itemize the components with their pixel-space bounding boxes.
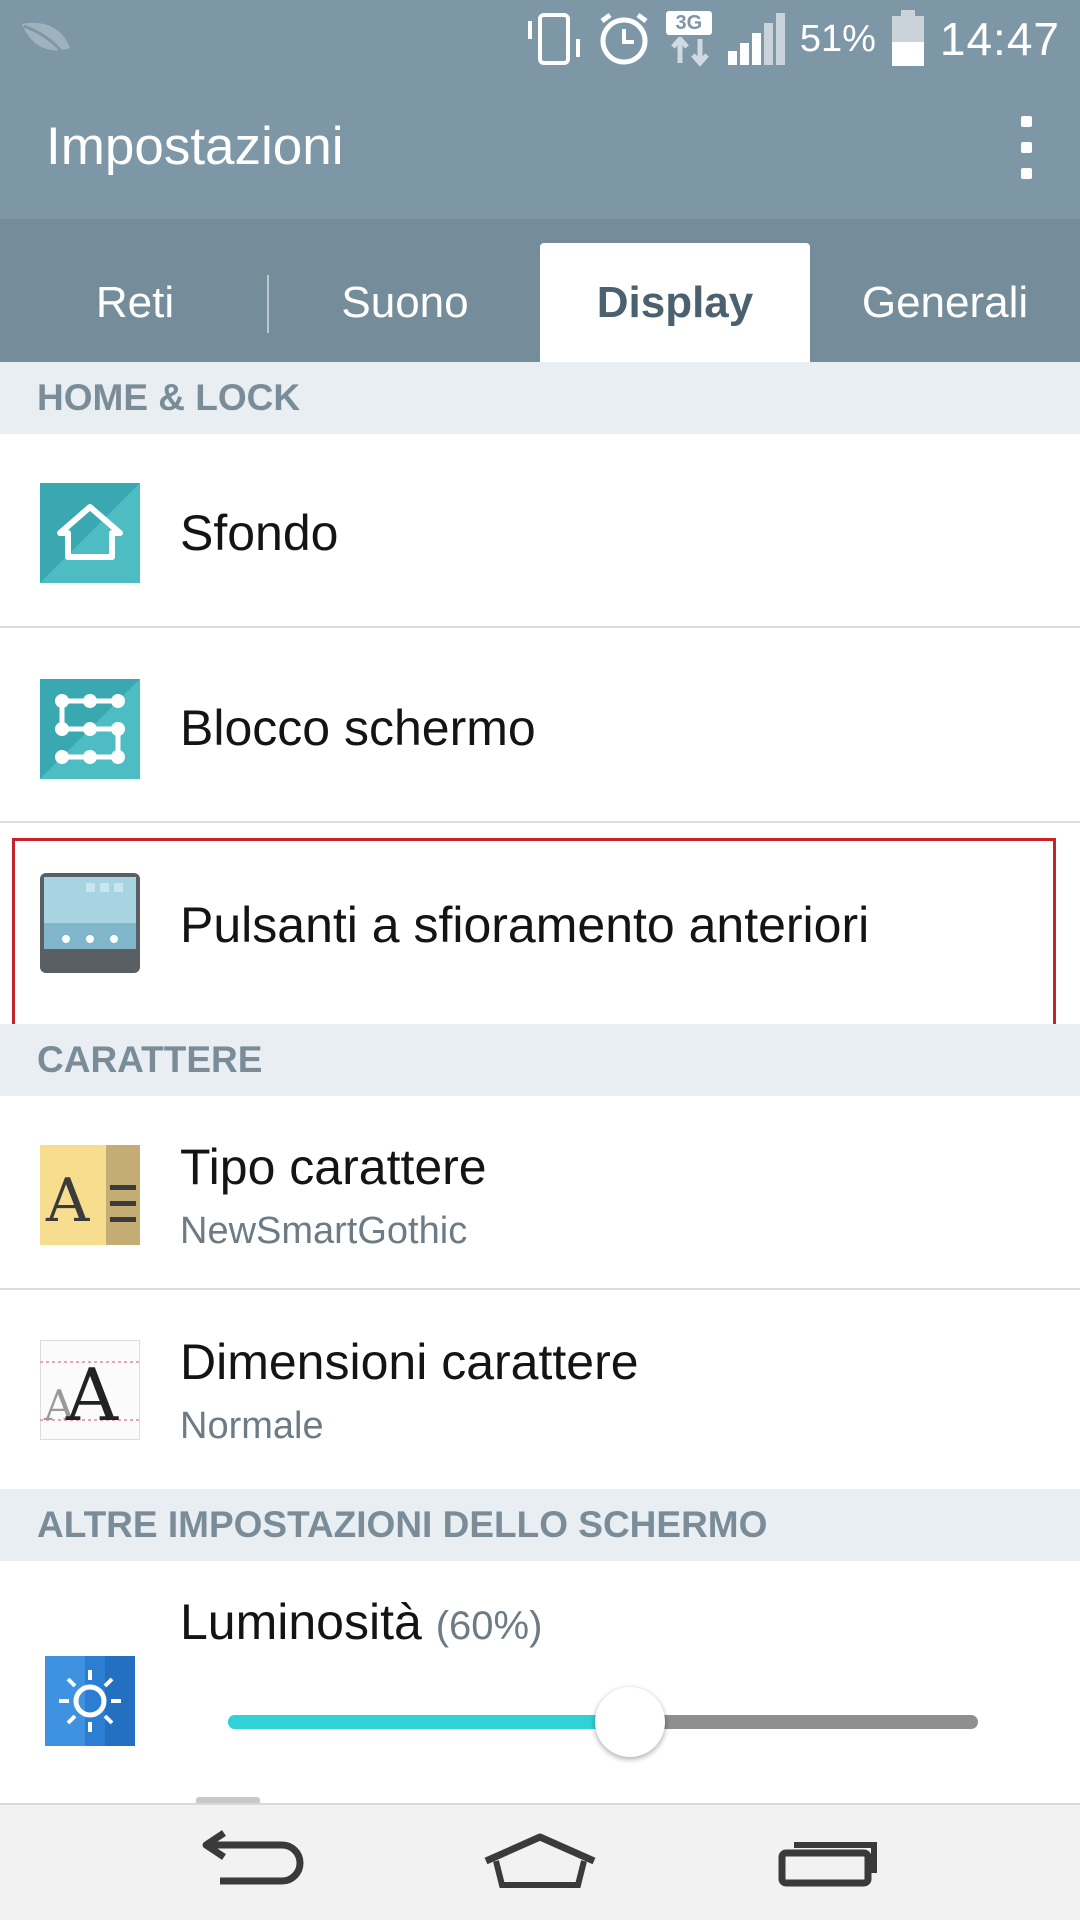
tab-generali[interactable]: Generali: [810, 243, 1080, 362]
section-header-carattere: CARATTERE: [0, 1024, 1080, 1096]
recent-apps-icon[interactable]: [770, 1827, 890, 1897]
network-type-label: 3G: [665, 11, 712, 35]
font-type-icon: A: [40, 1145, 140, 1245]
settings-item-luminosita: Luminosità (60%): [0, 1561, 1080, 1803]
brightness-slider-thumb[interactable]: [595, 1687, 665, 1757]
status-bar: 3G 51% 14:47: [0, 0, 1080, 78]
settings-item-tipo-carattere[interactable]: A Tipo carattere NewSmartGothic: [0, 1096, 1080, 1290]
alarm-icon: [600, 13, 648, 65]
battery-percent: 51%: [799, 17, 876, 60]
item-title: Dimensioni carattere: [180, 1334, 639, 1390]
overflow-menu-icon[interactable]: [1010, 116, 1040, 180]
settings-item-blocco-schermo[interactable]: Blocco schermo: [0, 629, 1080, 823]
item-title: Pulsanti a sfioramento anteriori: [180, 897, 870, 953]
lock-pattern-icon: [40, 679, 140, 779]
back-icon[interactable]: [190, 1827, 310, 1897]
tab-display[interactable]: Display: [540, 243, 810, 362]
svg-text:A: A: [65, 1353, 119, 1437]
section-header-home-lock: HOME & LOCK: [0, 362, 1080, 434]
settings-tabs: Reti Suono Display Generali: [0, 219, 1080, 362]
navigation-bar: [0, 1803, 1080, 1920]
home-icon[interactable]: [480, 1827, 600, 1897]
tab-suono[interactable]: Suono: [270, 243, 540, 362]
brightness-slider[interactable]: [228, 1687, 978, 1757]
clock: 14:47: [939, 13, 1060, 65]
tab-reti[interactable]: Reti: [0, 243, 270, 362]
vibrate-icon: [527, 13, 580, 65]
page-title: Impostazioni: [46, 117, 344, 176]
leaf-icon: [22, 22, 70, 53]
item-subtitle: NewSmartGothic: [180, 1210, 468, 1252]
item-title: Blocco schermo: [180, 700, 536, 756]
svg-text:A: A: [45, 1166, 90, 1236]
signal-icon: [727, 13, 785, 65]
item-title: Luminosità: [180, 1594, 422, 1650]
touch-buttons-icon: [40, 873, 140, 973]
brightness-icon: [45, 1656, 135, 1746]
action-bar: Impostazioni: [0, 78, 1080, 219]
battery-icon: [891, 10, 924, 66]
item-title: Sfondo: [180, 505, 339, 561]
item-subtitle: Normale: [180, 1405, 324, 1447]
brightness-title-line: Luminosità (60%): [180, 1593, 542, 1651]
section-header-altre-impostazioni: ALTRE IMPOSTAZIONI DELLO SCHERMO: [0, 1489, 1080, 1561]
brightness-value: (60%): [435, 1604, 543, 1648]
settings-item-sfondo[interactable]: Sfondo: [0, 434, 1080, 628]
wallpaper-home-icon: [40, 483, 140, 583]
font-size-icon: A A: [40, 1340, 140, 1440]
item-title: Tipo carattere: [180, 1139, 487, 1195]
settings-item-pulsanti-sfioramento[interactable]: Pulsanti a sfioramento anteriori: [0, 824, 1080, 1024]
network-3g-icon: 3G: [665, 11, 712, 67]
brightness-slider-fill: [228, 1715, 630, 1729]
tab-divider: [267, 275, 269, 333]
settings-item-dimensioni-carattere[interactable]: A A Dimensioni carattere Normale: [0, 1291, 1080, 1485]
